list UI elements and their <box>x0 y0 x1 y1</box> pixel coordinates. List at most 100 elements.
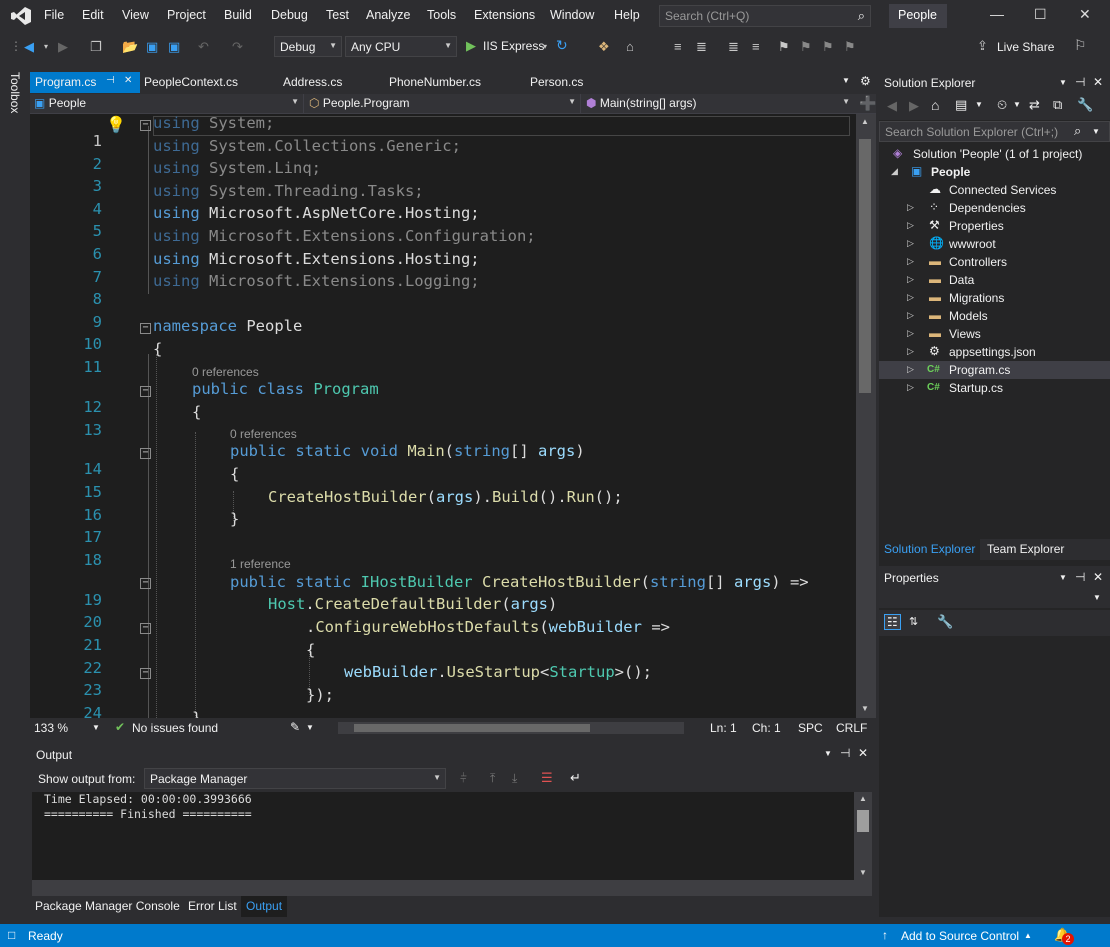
tree-item-views[interactable]: ▷ ▬ Views <box>879 325 1110 343</box>
pending-changes-icon[interactable]: ⏲ <box>997 97 1007 113</box>
menu-window[interactable]: Window <box>550 8 594 22</box>
search-input[interactable]: Search (Ctrl+Q) ⌕ <box>659 5 871 27</box>
chevron-down-icon[interactable]: ▼ <box>92 723 100 732</box>
tree-item-connected-services[interactable]: ☁ Connected Services <box>879 181 1110 199</box>
home-icon[interactable]: ⌂ <box>931 97 939 113</box>
pin-icon[interactable]: ⊣ <box>1075 570 1085 584</box>
collapsed-arrow-icon[interactable]: ▷ <box>907 382 914 393</box>
split-editor-icon[interactable]: ➕ <box>859 95 876 112</box>
next-bookmark-icon[interactable]: ⚑ <box>822 39 834 55</box>
maximize-icon[interactable]: ☐ <box>1034 6 1047 23</box>
gear-icon[interactable]: ⚙ <box>860 74 871 88</box>
forward-icon[interactable]: ▶ <box>909 98 919 114</box>
expanded-arrow-icon[interactable]: ◢ <box>891 166 898 177</box>
output-text[interactable]: Time Elapsed: 00:00:00.3993666 =========… <box>32 792 854 880</box>
property-pages-icon[interactable]: 🔧 <box>937 614 953 630</box>
properties-icon[interactable]: 🔧 <box>1077 97 1093 113</box>
collapsed-arrow-icon[interactable]: ▷ <box>907 274 914 285</box>
line-indicator[interactable]: Ln: 1 <box>710 721 737 735</box>
clear-all-icon[interactable]: ☰ <box>541 770 553 786</box>
collapsed-arrow-icon[interactable]: ▷ <box>907 256 914 267</box>
brush-icon[interactable]: ✎ <box>290 720 300 734</box>
menu-edit[interactable]: Edit <box>82 8 104 22</box>
chevron-up-icon[interactable]: ▲ <box>1024 931 1032 940</box>
menu-file[interactable]: File <box>44 8 64 22</box>
tab-program-cs[interactable]: Program.cs ⊣ ✕ <box>30 72 140 93</box>
editor-vertical-scrollbar[interactable]: ▲ ▼ <box>856 114 876 718</box>
output-vertical-scrollbar[interactable]: ▲ ▼ <box>854 792 872 896</box>
undo-icon[interactable]: ↶ <box>198 39 209 55</box>
run-icon[interactable]: ▶ <box>466 38 476 54</box>
browser-link-icon[interactable]: ❖ <box>598 39 610 55</box>
scroll-up-icon[interactable]: ▲ <box>859 794 867 803</box>
tree-item-appsettings[interactable]: ▷ ⚙ appsettings.json <box>879 343 1110 361</box>
chevron-down-icon[interactable]: ▼ <box>1093 593 1101 602</box>
redo-icon[interactable]: ↷ <box>232 39 243 55</box>
tab-peoplecontext-cs[interactable]: PeopleContext.cs <box>139 72 243 93</box>
issues-indicator[interactable]: No issues found <box>132 721 218 735</box>
sync-icon[interactable]: ⇄ <box>1029 97 1040 113</box>
collapsed-arrow-icon[interactable]: ▷ <box>907 310 914 321</box>
add-to-source-control-button[interactable]: Add to Source Control <box>901 929 1019 943</box>
chevron-down-icon[interactable]: ▼ <box>306 723 314 732</box>
tab-error-list[interactable]: Error List <box>183 896 242 917</box>
collapsed-arrow-icon[interactable]: ▷ <box>907 328 914 339</box>
output-horizontal-scrollbar[interactable] <box>32 880 854 896</box>
tree-item-properties[interactable]: ▷ ⚒ Properties <box>879 217 1110 235</box>
run-target-button[interactable]: IIS Express <box>483 39 544 53</box>
code-lens-references[interactable]: 0 references <box>230 427 297 441</box>
collapsed-arrow-icon[interactable]: ▷ <box>907 238 914 249</box>
solution-explorer-search[interactable]: Search Solution Explorer (Ctrl+;) ⌕ ▼ <box>879 121 1110 142</box>
menu-project[interactable]: Project <box>167 8 206 22</box>
bookmark-icon[interactable]: ⚑ <box>778 39 790 55</box>
close-icon[interactable]: ✕ <box>858 746 868 760</box>
pin-icon[interactable]: ⊣ <box>1075 75 1085 89</box>
tree-solution-node[interactable]: ◈ Solution 'People' (1 of 1 project) <box>879 145 1110 163</box>
step-into-icon[interactable]: ≡ <box>674 39 682 54</box>
uncomment-icon[interactable]: ≡ <box>752 39 760 54</box>
properties-object-select[interactable]: ▼ <box>879 588 1110 608</box>
menu-help[interactable]: Help <box>614 8 640 22</box>
scroll-down-icon[interactable]: ▼ <box>859 868 867 877</box>
open-folder-icon[interactable]: 📂 <box>122 39 138 55</box>
back-icon[interactable]: ◀ <box>24 39 34 55</box>
scrollbar-thumb[interactable] <box>354 724 590 732</box>
save-all-icon[interactable]: ▣ <box>168 39 180 55</box>
collapsed-arrow-icon[interactable]: ▷ <box>907 292 914 303</box>
whitespace-indicator[interactable]: SPC <box>798 721 823 735</box>
tree-item-startup-cs[interactable]: ▷ C# Startup.cs <box>879 379 1110 397</box>
panel-menu-icon[interactable]: ▼ <box>1059 573 1067 582</box>
collapsed-arrow-icon[interactable]: ▷ <box>907 346 914 357</box>
collapsed-arrow-icon[interactable]: ▷ <box>907 202 914 213</box>
collapsed-arrow-icon[interactable]: ▷ <box>907 220 914 231</box>
zoom-level-select[interactable]: 133 % <box>34 721 68 735</box>
editor-horizontal-scrollbar[interactable] <box>338 722 684 734</box>
menu-tools[interactable]: Tools <box>427 8 456 22</box>
menu-view[interactable]: View <box>122 8 149 22</box>
chevron-down-icon[interactable]: ▼ <box>975 100 983 109</box>
back-icon[interactable]: ◀ <box>887 98 897 114</box>
tab-overflow-icon[interactable]: ▼ <box>842 76 850 85</box>
new-project-icon[interactable]: ❐ <box>90 39 102 55</box>
refresh-icon[interactable]: ↻ <box>556 37 568 54</box>
minimize-icon[interactable]: — <box>990 6 1004 22</box>
pin-icon[interactable]: ⊣ <box>106 75 115 86</box>
output-source-select[interactable]: Package Manager ▼ <box>144 768 446 789</box>
code-lens-references[interactable]: 1 reference <box>230 557 291 571</box>
tree-item-migrations[interactable]: ▷ ▬ Migrations <box>879 289 1110 307</box>
project-nav-select[interactable]: ▣ People ▼ <box>30 94 304 113</box>
save-icon[interactable]: ▣ <box>146 39 158 55</box>
next-message-icon[interactable]: ⤓ <box>512 771 517 786</box>
tree-item-data[interactable]: ▷ ▬ Data <box>879 271 1110 289</box>
menu-debug[interactable]: Debug <box>271 8 308 22</box>
live-share-icon[interactable]: ⇪ <box>977 38 988 54</box>
menu-build[interactable]: Build <box>224 8 252 22</box>
clear-bookmarks-icon[interactable]: ⚑ <box>844 39 856 55</box>
prev-bookmark-icon[interactable]: ⚑ <box>800 39 812 55</box>
tab-address-cs[interactable]: Address.cs <box>278 72 347 93</box>
member-nav-select[interactable]: ⬢ Main(string[] args) ▼ <box>582 94 854 113</box>
tab-team-explorer[interactable]: Team Explorer <box>982 539 1069 560</box>
collapsed-arrow-icon[interactable]: ▷ <box>907 364 914 375</box>
tree-item-wwwroot[interactable]: ▷ 🌐 wwwroot <box>879 235 1110 253</box>
close-icon[interactable]: ✕ <box>1093 570 1103 584</box>
